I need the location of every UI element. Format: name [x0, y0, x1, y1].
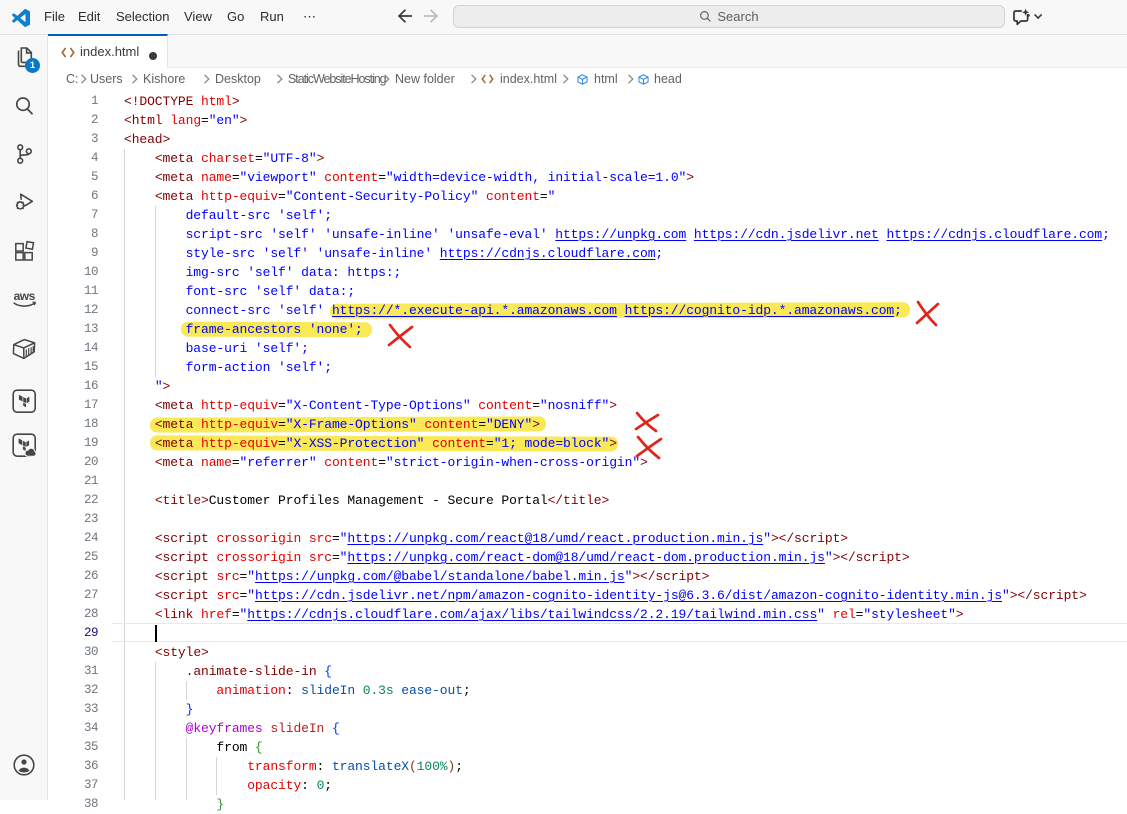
svg-text:aws: aws [14, 289, 36, 303]
